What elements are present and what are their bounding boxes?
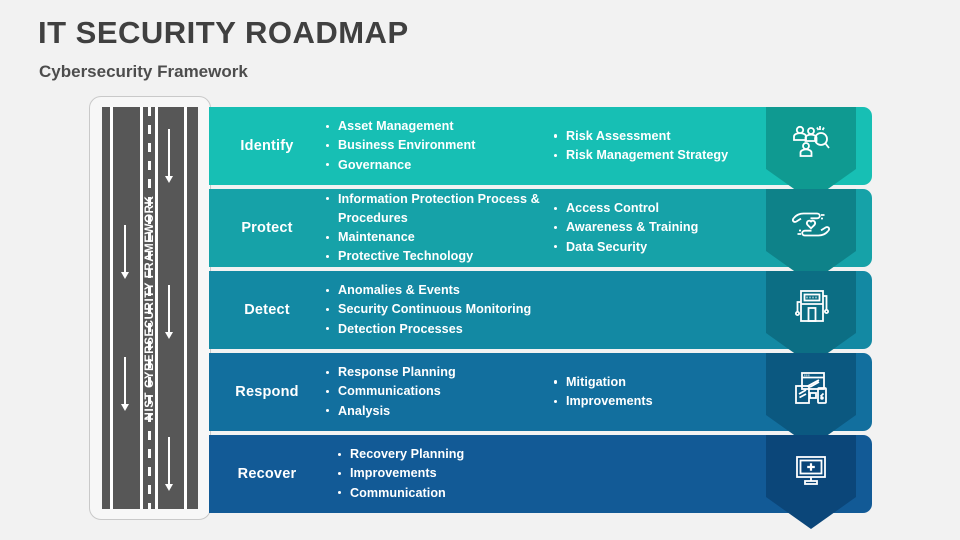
list-item: Communications [325,382,553,401]
slide-canvas: IT SECURITY ROADMAP Cybersecurity Framew… [0,0,960,540]
road-arrow-4 [121,357,129,411]
list-item: Awareness & Training [553,218,763,237]
row-title: Identify [240,138,294,154]
row-column-1: Information Protection Process & Procedu… [325,190,553,267]
list-item: Data Security [553,238,763,257]
road-edge-line-left [110,107,113,509]
list-item: Access Control [553,199,763,218]
page-title: IT SECURITY ROADMAP [38,15,409,50]
row-title: Respond [235,384,299,400]
row-column-1: Asset Management Business Environment Go… [325,117,553,174]
table-row[interactable]: Respond Response Planning Communications… [209,353,872,447]
row-column-1: Response Planning Communications Analysi… [325,363,553,420]
list-item: Improvements [337,464,597,483]
list-item: Mitigation [553,373,763,392]
row-column-1: Anomalies & Events Security Continuous M… [325,281,585,338]
framework-rows: Identify Asset Management Business Envir… [209,107,872,529]
list-item: Asset Management [325,117,553,136]
table-row[interactable]: Identify Asset Management Business Envir… [209,107,872,201]
table-row[interactable]: Recover Recovery Planning Improvements C… [209,435,872,529]
list-item: Protective Technology [325,247,553,266]
list-item: Governance [325,156,553,175]
road-lane-line-inner-left [140,107,143,509]
list-item: Security Continuous Monitoring [325,300,585,319]
page-subtitle: Cybersecurity Framework [39,62,248,81]
row-title: Detect [244,302,290,318]
list-item: Analysis [325,402,553,421]
table-row[interactable]: Protect Information Protection Process &… [209,189,872,283]
list-item: Improvements [553,392,763,411]
list-item: Detection Processes [325,320,585,339]
list-item: Business Environment [325,136,553,155]
list-item: Maintenance [325,228,553,247]
row-title: Recover [237,466,297,482]
row-column-2: Access Control Awareness & Training Data… [553,199,763,256]
list-item: Communication [337,484,597,503]
list-item: Information Protection Process & Procedu… [325,190,553,228]
road-arrow-3 [165,285,173,339]
row-column-2: Risk Assessment Risk Management Strategy [553,127,763,165]
list-item: Anomalies & Events [325,281,585,300]
list-item: Risk Assessment [553,127,763,146]
road-lane-line-inner-right [155,107,158,509]
road-arrow-2 [121,225,129,279]
list-item: Response Planning [325,363,553,382]
road-arrow-1 [165,129,173,183]
table-row[interactable]: Detect Anomalies & Events Security Conti… [209,271,872,365]
row-column-2: Mitigation Improvements [553,373,763,411]
road-graphic: NIST CYBERSECURITY FRAMEWORK [102,107,198,509]
road-center-dashed-line [148,107,151,509]
road-edge-line-right [184,107,187,509]
list-item: Risk Management Strategy [553,146,763,165]
row-title: Protect [241,220,293,236]
list-item: Recovery Planning [337,445,597,464]
road-arrow-5 [165,437,173,491]
row-column-1: Recovery Planning Improvements Communica… [325,445,597,502]
